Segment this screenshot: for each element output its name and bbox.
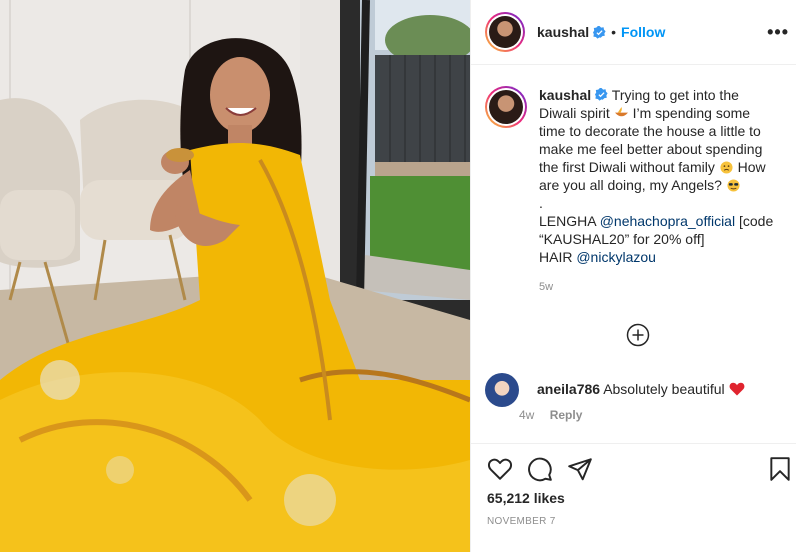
lengha-label: LENGHA bbox=[539, 213, 596, 229]
like-heart-icon[interactable] bbox=[487, 456, 513, 482]
oil-lamp-emoji-icon bbox=[614, 107, 628, 117]
lengha-mention-link[interactable]: @nehachopra_official bbox=[600, 213, 735, 229]
more-options-icon[interactable]: ••• bbox=[767, 22, 789, 43]
caption-text: kaushal Trying to get into the Diwali sp… bbox=[539, 86, 779, 296]
likes-count[interactable]: 65,212 likes bbox=[487, 490, 565, 506]
commenter-username[interactable]: aneila786 bbox=[537, 381, 600, 397]
sad-face-emoji-icon bbox=[720, 161, 733, 174]
comment-item: aneila786 Absolutely beautiful 4w Reply bbox=[485, 373, 789, 422]
red-heart-emoji-icon bbox=[729, 382, 744, 396]
verified-badge-icon bbox=[593, 25, 606, 39]
post-photo bbox=[0, 0, 470, 552]
author-username[interactable]: kaushal bbox=[537, 24, 589, 40]
comment-text: Absolutely beautiful bbox=[603, 381, 725, 397]
author-avatar[interactable] bbox=[485, 12, 525, 52]
header-separator: • bbox=[611, 24, 617, 40]
post-image[interactable] bbox=[0, 0, 470, 552]
follow-button[interactable]: Follow bbox=[621, 24, 665, 40]
save-bookmark-icon[interactable] bbox=[767, 456, 793, 482]
caption-username[interactable]: kaushal bbox=[539, 87, 591, 103]
post-sidebar: kaushal • Follow ••• kaushal Trying to g… bbox=[470, 0, 796, 552]
verified-badge-icon bbox=[595, 88, 608, 101]
share-paper-plane-icon[interactable] bbox=[567, 456, 593, 482]
hair-label: HAIR bbox=[539, 249, 573, 265]
cool-face-emoji-icon bbox=[727, 179, 740, 192]
commenter-avatar[interactable] bbox=[485, 373, 519, 407]
hair-mention-link[interactable]: @nickylazou bbox=[576, 249, 656, 265]
load-more-comments-icon[interactable] bbox=[626, 323, 650, 347]
caption-avatar[interactable] bbox=[485, 86, 527, 128]
comment-timestamp[interactable]: 4w bbox=[519, 408, 534, 422]
reply-button[interactable]: Reply bbox=[550, 408, 583, 422]
comment-meta: 4w Reply bbox=[519, 408, 745, 422]
post-caption: kaushal Trying to get into the Diwali sp… bbox=[485, 86, 789, 296]
caption-timestamp[interactable]: 5w bbox=[539, 278, 779, 296]
comment-body: aneila786 Absolutely beautiful bbox=[537, 380, 745, 398]
caption-dot-line: . bbox=[539, 195, 543, 211]
post-date[interactable]: NOVEMBER 7 bbox=[487, 516, 556, 527]
post-header: kaushal • Follow ••• bbox=[471, 0, 796, 65]
comment-bubble-icon[interactable] bbox=[527, 456, 553, 482]
